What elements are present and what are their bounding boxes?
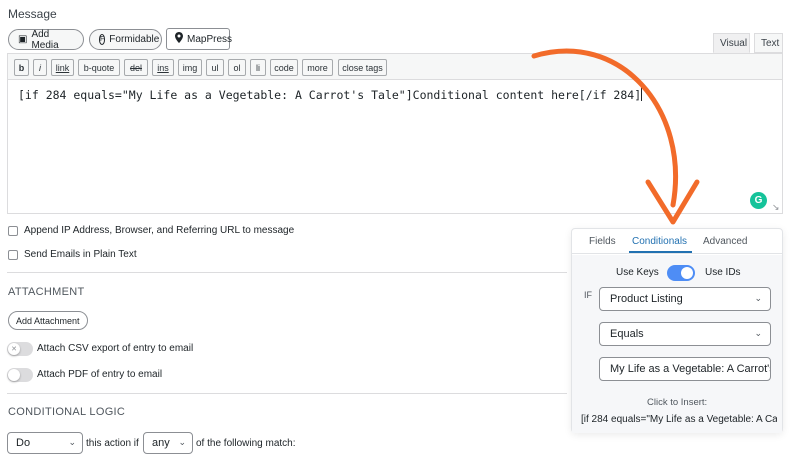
qt-del-button[interactable]: del	[124, 59, 148, 76]
active-tab-indicator	[629, 251, 692, 253]
shortcode-popup: Fields Conditionals Advanced Use Keys Us…	[571, 228, 783, 433]
add-attachment-button[interactable]: Add Attachment	[8, 311, 88, 330]
tab-visual[interactable]: Visual	[713, 33, 750, 53]
plain-text-label: Send Emails in Plain Text	[24, 249, 137, 260]
csv-toggle[interactable]: ✕	[7, 342, 33, 356]
quicktags-toolbar: b i link b-quote del ins img ul ol li co…	[8, 54, 782, 80]
add-media-button[interactable]: ▣ Add Media	[8, 28, 84, 51]
chevron-down-icon: ⌄	[178, 437, 186, 447]
tab-fields[interactable]: Fields	[589, 236, 616, 247]
pdf-toggle-label: Attach PDF of entry to email	[37, 369, 163, 380]
operator-select-value: Equals	[610, 328, 644, 340]
popup-body: Use Keys Use IDs IF Product Listing ⌄ Eq…	[572, 255, 782, 433]
editor-content-text: [if 284 equals="My Life as a Vegetable: …	[18, 88, 642, 102]
action-select-value: Do	[16, 437, 31, 449]
chevron-down-icon: ⌄	[68, 437, 76, 447]
map-pin-icon	[175, 32, 183, 46]
value-input[interactable]: My Life as a Vegetable: A Carrot's Tale	[599, 357, 771, 381]
mappress-button[interactable]: MapPress	[166, 28, 233, 50]
insert-shortcode[interactable]: [if 284 equals="My Life as a Vegetable: …	[581, 414, 777, 425]
qt-ol-button[interactable]: ol	[228, 59, 246, 76]
chevron-down-icon: ⌄	[754, 293, 762, 303]
qt-close-tags-button[interactable]: close tags	[338, 59, 387, 76]
use-keys-label: Use Keys	[616, 267, 659, 278]
text-caret	[641, 87, 643, 101]
editor-content[interactable]: [if 284 equals="My Life as a Vegetable: …	[18, 87, 643, 102]
action-select[interactable]: Do ⌄	[7, 432, 83, 454]
toggle-knob	[8, 369, 20, 381]
match-select[interactable]: any ⌄	[143, 432, 193, 454]
use-ids-label: Use IDs	[705, 267, 741, 278]
value-input-text: My Life as a Vegetable: A Carrot's Tale	[610, 363, 771, 375]
formidable-label: Formidable	[109, 34, 160, 45]
message-label: Message	[8, 7, 57, 21]
add-media-label: Add Media	[31, 28, 59, 51]
resize-handle-icon[interactable]: ↘	[772, 202, 780, 213]
action-end-text: of the following match:	[196, 438, 296, 449]
conditional-logic-title: CONDITIONAL LOGIC	[8, 406, 126, 418]
pdf-toggle[interactable]	[7, 368, 33, 382]
qt-code-button[interactable]: code	[270, 59, 298, 76]
action-mid-text: this action if	[86, 438, 139, 449]
qt-italic-button[interactable]: i	[33, 59, 47, 76]
media-icon: ▣	[18, 34, 28, 45]
popup-tabs: Fields Conditionals Advanced	[572, 229, 782, 254]
tab-text[interactable]: Text	[754, 33, 783, 53]
close-icon: ✕	[8, 343, 20, 355]
operator-select[interactable]: Equals ⌄	[599, 322, 771, 346]
divider	[7, 393, 567, 394]
csv-toggle-label: Attach CSV export of entry to email	[37, 343, 194, 354]
append-ip-option[interactable]: Append IP Address, Browser, and Referrin…	[8, 225, 294, 236]
if-label: IF	[584, 290, 592, 300]
qt-li-button[interactable]: li	[250, 59, 266, 76]
qt-bold-button[interactable]: b	[14, 59, 29, 76]
tab-conditionals[interactable]: Conditionals	[632, 236, 687, 247]
qt-ul-button[interactable]: ul	[206, 59, 224, 76]
formidable-icon: F	[99, 34, 106, 45]
plain-text-option[interactable]: Send Emails in Plain Text	[8, 249, 137, 260]
chevron-down-icon: ⌄	[754, 328, 762, 338]
divider	[7, 272, 567, 273]
plain-text-checkbox[interactable]	[8, 249, 18, 260]
field-select[interactable]: Product Listing ⌄	[599, 287, 771, 311]
append-ip-checkbox[interactable]	[8, 225, 18, 236]
switch-knob	[681, 267, 693, 279]
qt-img-button[interactable]: img	[178, 59, 202, 76]
message-editor[interactable]: b i link b-quote del ins img ul ol li co…	[7, 53, 783, 214]
qt-bquote-button[interactable]: b-quote	[78, 59, 120, 76]
match-select-value: any	[152, 437, 170, 449]
qt-more-button[interactable]: more	[302, 59, 333, 76]
field-select-value: Product Listing	[610, 293, 683, 305]
grammarly-icon[interactable]: G	[750, 192, 767, 209]
qt-ins-button[interactable]: ins	[152, 59, 174, 76]
qt-link-button[interactable]: link	[51, 59, 74, 76]
formidable-button[interactable]: F Formidable	[89, 29, 162, 50]
mappress-label: MapPress	[187, 33, 233, 45]
attachment-title: ATTACHMENT	[8, 286, 85, 298]
append-ip-label: Append IP Address, Browser, and Referrin…	[24, 225, 295, 236]
click-to-insert-label: Click to Insert:	[647, 397, 708, 408]
use-ids-switch[interactable]	[667, 265, 695, 281]
tab-advanced[interactable]: Advanced	[703, 236, 747, 247]
